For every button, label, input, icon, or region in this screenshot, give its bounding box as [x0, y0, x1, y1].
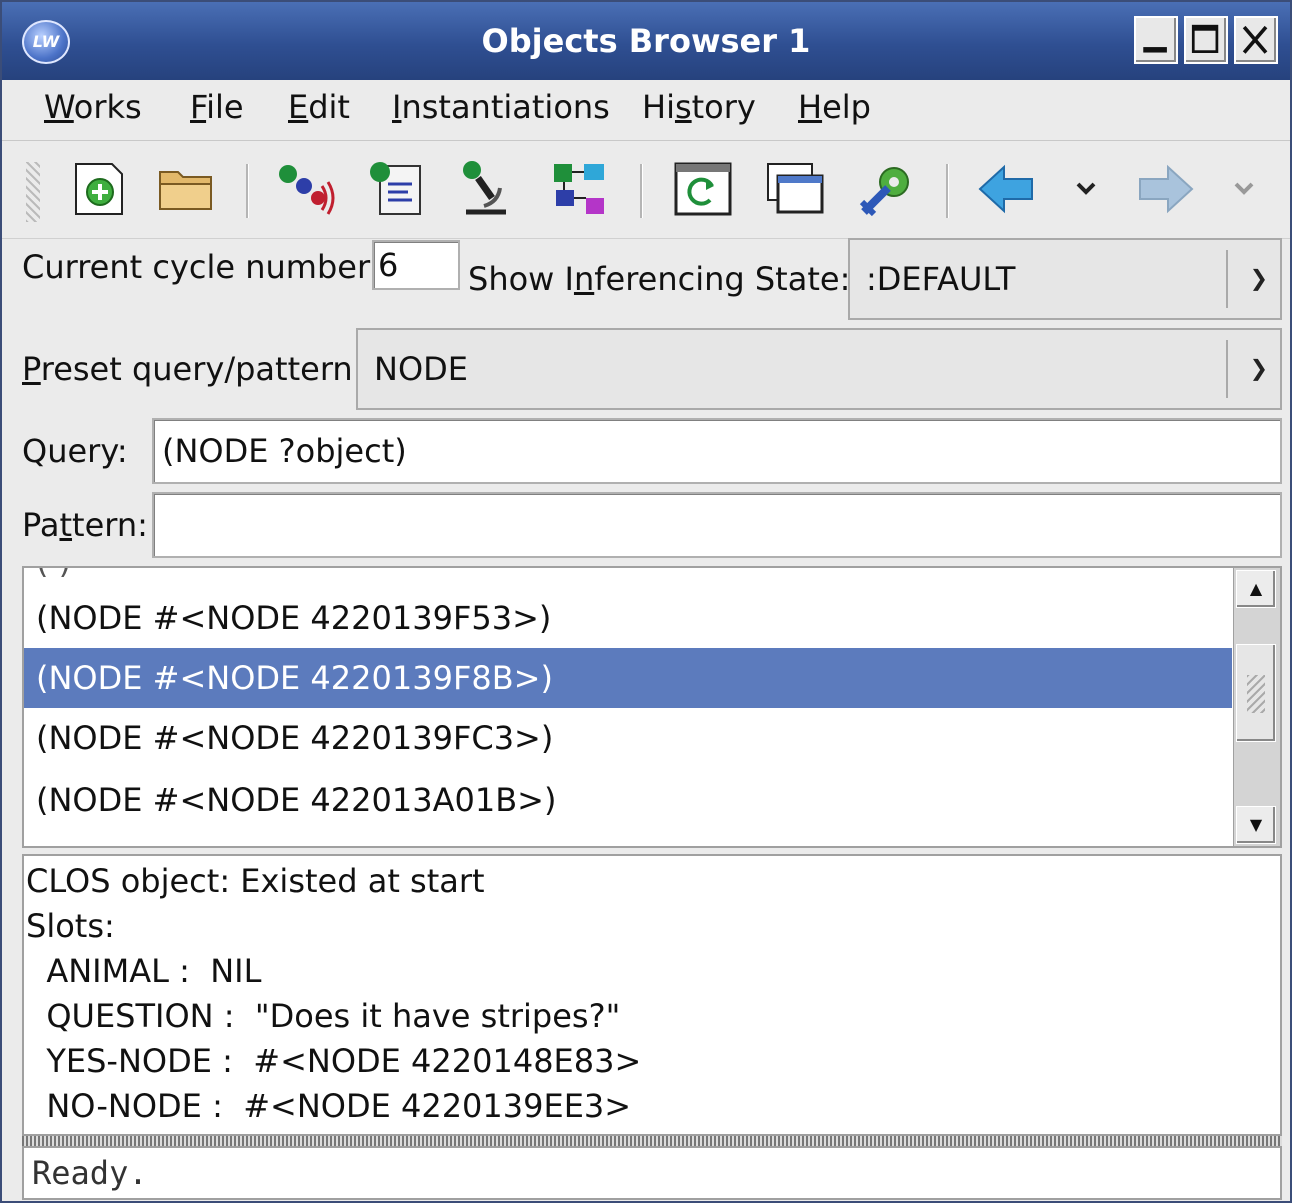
status-bar: Ready. — [22, 1146, 1282, 1200]
maximize-icon — [1191, 24, 1219, 53]
refresh-icon[interactable] — [670, 156, 736, 222]
menu-bar: Works File Edit Instantiations History H… — [2, 80, 1290, 141]
preset-query-select[interactable]: NODE ❯ — [356, 328, 1282, 410]
minimize-button[interactable] — [1134, 16, 1178, 64]
scroll-thumb[interactable] — [1236, 644, 1276, 742]
inspect-icon[interactable] — [272, 156, 338, 222]
list-item[interactable]: (NODE #<NODE 422013A01B>) — [24, 770, 1232, 830]
minimize-icon — [1143, 47, 1167, 53]
toolbar — [2, 142, 1290, 239]
maximize-button[interactable] — [1184, 16, 1228, 64]
menu-label-rest: dit — [308, 88, 350, 126]
toolbar-separator — [946, 164, 949, 218]
forward-history-dropdown[interactable] — [1216, 156, 1272, 222]
list-item[interactable]: (NODE #<NODE 4220139F53>) — [24, 588, 1232, 648]
menu-edit[interactable]: Edit — [288, 88, 350, 126]
mnemonic: s — [674, 88, 692, 126]
clipboard-icon[interactable] — [364, 156, 430, 222]
toolbar-grip[interactable] — [26, 162, 40, 222]
new-icon[interactable] — [66, 156, 132, 222]
details-line: NO-NODE : #<NODE 4220139EE3> — [26, 1087, 632, 1125]
chevron-down-icon[interactable]: ❯ — [1250, 267, 1268, 292]
query-label: Query: — [22, 432, 128, 470]
back-history-dropdown[interactable] — [1058, 156, 1114, 222]
menu-history[interactable]: History — [642, 88, 756, 126]
list-item[interactable]: (NODE #<NODE 4220139FC3>) — [24, 708, 1232, 768]
preset-query-label: Preset query/pattern: — [22, 350, 364, 388]
menu-instantiations[interactable]: Instantiations — [392, 88, 610, 126]
cycle-number-field[interactable]: 6 — [372, 240, 460, 290]
details-line: YES-NODE : #<NODE 4220148E83> — [26, 1042, 642, 1080]
mnemonic: F — [190, 88, 207, 126]
window-title: Objects Browser 1 — [481, 22, 811, 60]
mnemonic: E — [288, 88, 309, 126]
menu-works[interactable]: Works — [44, 88, 142, 126]
details-line: CLOS object: Existed at start — [26, 862, 485, 900]
menu-help[interactable]: Help — [798, 88, 871, 126]
inferencing-state-select[interactable]: :DEFAULT ❯ — [848, 238, 1282, 320]
window-icon[interactable] — [762, 156, 828, 222]
menu-file[interactable]: File — [190, 88, 244, 126]
open-folder-icon[interactable] — [154, 156, 220, 222]
inferencing-state-value: :DEFAULT — [866, 260, 1016, 298]
menu-label-rest: nstantiations — [401, 88, 610, 126]
mnemonic: W — [44, 88, 74, 126]
details-line: Slots: — [26, 907, 115, 945]
preset-query-value: NODE — [374, 350, 468, 388]
menu-label-rest: tory — [691, 88, 756, 126]
toolbar-separator — [640, 164, 643, 218]
query-field[interactable]: (NODE ?object) — [152, 418, 1282, 484]
menu-label-rest: orks — [73, 88, 142, 126]
inferencing-state-label: Show Inferencing State: — [468, 260, 851, 298]
scroll-up-button[interactable]: ▲ — [1236, 570, 1276, 608]
scroll-down-button[interactable]: ▼ — [1236, 806, 1276, 844]
tools-icon[interactable] — [854, 156, 920, 222]
class-browser-icon[interactable] — [546, 156, 612, 222]
microscope-icon[interactable] — [454, 156, 520, 222]
pane-splitter[interactable] — [22, 1136, 1282, 1146]
scroll-grip — [1247, 675, 1265, 713]
results-list[interactable]: ( ) (NODE #<NODE 4220139F53>) (NODE #<NO… — [22, 566, 1282, 848]
combo-divider — [1226, 340, 1228, 398]
object-details-pane[interactable]: CLOS object: Existed at start Slots: ANI… — [22, 854, 1282, 1136]
combo-divider — [1226, 250, 1228, 308]
pattern-label: Pattern: — [22, 506, 148, 544]
close-button[interactable] — [1234, 16, 1278, 64]
cycle-number-label: Current cycle number: — [22, 248, 381, 286]
menu-label-start: Hi — [642, 88, 675, 126]
title-bar[interactable]: LW Objects Browser 1 — [2, 2, 1290, 80]
pattern-field[interactable] — [152, 492, 1282, 558]
objects-browser-window: LW Objects Browser 1 Works File Edit Ins… — [0, 0, 1292, 1203]
details-line: ANIMAL : NIL — [26, 952, 262, 990]
menu-label-rest: elp — [822, 88, 871, 126]
mnemonic: H — [798, 88, 823, 126]
list-item-selected[interactable]: (NODE #<NODE 4220139F8B>) — [24, 648, 1232, 708]
close-icon — [1242, 25, 1268, 54]
menu-label-rest: ile — [206, 88, 244, 126]
forward-arrow-icon[interactable] — [1132, 156, 1198, 222]
details-line: QUESTION : "Does it have stripes?" — [26, 997, 621, 1035]
vertical-scrollbar[interactable]: ▲ ▼ — [1233, 568, 1280, 846]
toolbar-separator — [246, 164, 249, 218]
back-arrow-icon[interactable] — [974, 156, 1040, 222]
chevron-down-icon[interactable]: ❯ — [1250, 357, 1268, 382]
